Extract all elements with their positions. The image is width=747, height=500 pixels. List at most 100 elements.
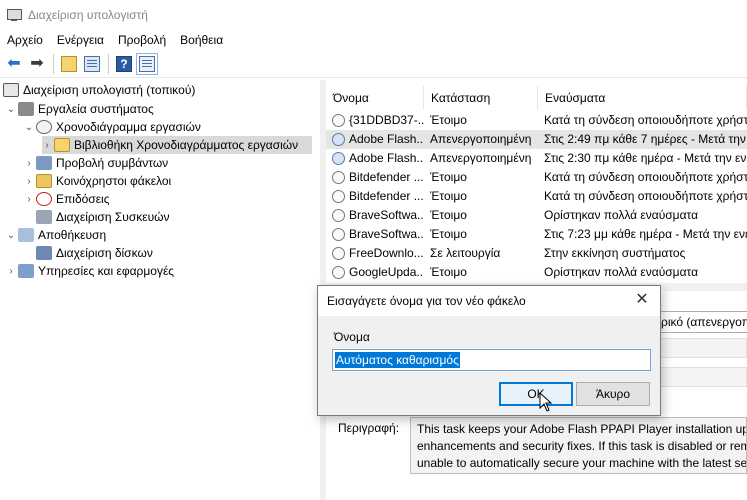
tree-storage[interactable]: ⌄ Αποθήκευση xyxy=(6,226,106,244)
table-row[interactable]: Adobe Flash... Απενεργοποιημένη Στις 2:3… xyxy=(326,149,747,168)
task-status: Σε λειτουργία xyxy=(430,246,501,260)
tree-device-manager[interactable]: Διαχείριση Συσκευών xyxy=(36,208,170,226)
column-header-name[interactable]: Όνομα xyxy=(326,86,424,110)
table-row[interactable]: BraveSoftwa... Έτοιμο Ορίστηκαν πολλά εν… xyxy=(326,206,747,225)
folder-clock-icon xyxy=(54,138,70,152)
up-button[interactable] xyxy=(58,53,80,75)
chevron-right-icon[interactable]: › xyxy=(24,158,34,169)
task-icon xyxy=(332,171,345,184)
tree-system-tools[interactable]: ⌄ Εργαλεία συστήματος xyxy=(6,100,154,118)
details-field[interactable]: ρικό (απενεργοπ xyxy=(656,311,747,333)
shared-folder-icon xyxy=(36,174,52,188)
dialog-title-bar: Εισαγάγετε όνομα για τον νέο φάκελο xyxy=(318,286,660,316)
computer-management-icon xyxy=(6,8,22,22)
name-field-label: Όνομα xyxy=(334,330,370,344)
close-icon[interactable]: ✕ xyxy=(634,292,650,308)
task-trigger: Κατά τη σύνδεση οποιουδήποτε χρήστη xyxy=(544,170,747,184)
show-hide-tree-button[interactable] xyxy=(81,53,103,75)
description-line: enhancements and security fixes. If this… xyxy=(417,439,747,453)
task-name: BraveSoftwa... xyxy=(349,227,424,241)
description-line: This task keeps your Adobe Flash PPAPI P… xyxy=(417,422,746,436)
task-icon xyxy=(332,247,345,260)
device-manager-icon xyxy=(36,210,52,224)
task-icon xyxy=(332,228,345,241)
help-icon: ? xyxy=(116,55,132,72)
menu-file[interactable]: Αρχείο xyxy=(0,33,50,47)
details-field-readonly xyxy=(656,338,747,358)
task-status: Απενεργοποιημένη xyxy=(430,151,532,165)
tree-storage-label: Αποθήκευση xyxy=(38,228,107,242)
tree-system-tools-label: Εργαλεία συστήματος xyxy=(38,102,154,116)
table-row[interactable]: Adobe Flash... Απενεργοποιημένη Στις 2:4… xyxy=(326,130,747,149)
forward-button[interactable]: ➡ xyxy=(26,53,48,75)
toolbar-separator xyxy=(108,53,109,74)
tree-task-scheduler[interactable]: ⌄ Χρονοδιάγραμμα εργασιών xyxy=(24,118,201,136)
tree-shared-folders[interactable]: › Κοινόχρηστοι φάκελοι xyxy=(24,172,171,190)
tree-task-scheduler-label: Χρονοδιάγραμμα εργασιών xyxy=(56,120,201,134)
tree-event-viewer[interactable]: › Προβολή συμβάντων xyxy=(24,154,168,172)
task-icon xyxy=(332,266,345,279)
column-header-triggers[interactable]: Εναύσματα xyxy=(538,86,747,110)
details-field-readonly xyxy=(656,367,747,387)
chevron-down-icon[interactable]: ⌄ xyxy=(6,230,16,241)
tree-task-library[interactable]: › Βιβλιοθήκη Χρονοδιαγράμματος εργασιών xyxy=(42,136,312,154)
dialog-title: Εισαγάγετε όνομα για τον νέο φάκελο xyxy=(327,294,526,308)
menu-action[interactable]: Ενέργεια xyxy=(50,33,111,47)
task-icon xyxy=(332,133,345,146)
tree-root[interactable]: Διαχείριση υπολογιστή (τοπικού) xyxy=(3,81,195,99)
task-status: Απενεργοποιημένη xyxy=(430,132,532,146)
task-icon xyxy=(332,152,345,165)
title-bar: Διαχείριση υπολογιστή xyxy=(0,0,747,30)
chevron-down-icon[interactable]: ⌄ xyxy=(24,122,34,133)
task-name: Bitdefender ... xyxy=(349,189,424,203)
show-hide-tree-icon xyxy=(84,55,100,72)
column-header-status[interactable]: Κατάσταση xyxy=(424,86,538,110)
task-trigger: Κατά τη σύνδεση οποιουδήποτε χρήστη xyxy=(544,189,747,203)
description-box[interactable]: This task keeps your Adobe Flash PPAPI P… xyxy=(410,417,747,474)
cancel-button[interactable]: Άκυρο xyxy=(576,382,650,406)
tree-shared-folders-label: Κοινόχρηστοι φάκελοι xyxy=(56,174,172,188)
task-trigger: Στις 2:49 πμ κάθε 7 ημέρες - Μετά την εν… xyxy=(544,132,747,146)
performance-icon xyxy=(36,192,52,206)
task-name: FreeDownlo... xyxy=(349,246,424,260)
chevron-down-icon[interactable]: ⌄ xyxy=(6,104,16,115)
table-row[interactable]: Bitdefender ... Έτοιμο Κατά τη σύνδεση ο… xyxy=(326,168,747,187)
tree-performance-label: Επιδόσεις xyxy=(56,192,110,206)
tree-event-viewer-label: Προβολή συμβάντων xyxy=(56,156,169,170)
task-trigger: Κατά τη σύνδεση οποιουδήποτε χρήστη xyxy=(544,113,747,127)
task-status: Έτοιμο xyxy=(430,208,467,222)
chevron-right-icon[interactable]: › xyxy=(24,194,34,205)
chevron-right-icon[interactable]: › xyxy=(6,266,16,277)
menu-view[interactable]: Προβολή xyxy=(111,33,173,47)
tree-services-label: Υπηρεσίες και εφαρμογές xyxy=(38,264,175,278)
folder-name-input[interactable]: Αυτόματος καθαρισμός xyxy=(332,349,651,371)
new-folder-dialog: Εισαγάγετε όνομα για τον νέο φάκελο ✕ Όν… xyxy=(317,285,661,416)
table-row[interactable]: GoogleUpda... Έτοιμο Ορίστηκαν πολλά ενα… xyxy=(326,263,747,282)
system-tools-icon xyxy=(18,102,34,116)
list-header: Όνομα Κατάσταση Εναύσματα xyxy=(326,86,747,110)
show-action-pane-icon xyxy=(136,52,158,75)
description-line: unable to automatically secure your mach… xyxy=(417,456,747,470)
tree-performance[interactable]: › Επιδόσεις xyxy=(24,190,110,208)
ok-button[interactable]: OK xyxy=(499,382,573,406)
chevron-right-icon[interactable]: › xyxy=(42,140,52,151)
show-action-pane-button[interactable] xyxy=(136,52,158,75)
task-icon xyxy=(332,190,345,203)
table-row[interactable]: {31DDBD37-... Έτοιμο Κατά τη σύνδεση οπο… xyxy=(326,111,747,130)
task-trigger: Στην εκκίνηση συστήματος xyxy=(544,246,686,260)
menu-help[interactable]: Βοήθεια xyxy=(173,33,230,47)
description-label: Περιγραφή: xyxy=(338,421,400,435)
tree-services[interactable]: › Υπηρεσίες και εφαρμογές xyxy=(6,262,174,280)
table-row[interactable]: BraveSoftwa... Έτοιμο Στις 7:23 μμ κάθε … xyxy=(326,225,747,244)
help-button[interactable]: ? xyxy=(113,53,135,75)
table-row[interactable]: FreeDownlo... Σε λειτουργία Στην εκκίνησ… xyxy=(326,244,747,263)
tree-root-label: Διαχείριση υπολογιστή (τοπικού) xyxy=(23,83,196,97)
table-row[interactable]: Bitdefender ... Έτοιμο Κατά τη σύνδεση ο… xyxy=(326,187,747,206)
clock-icon xyxy=(36,120,52,134)
storage-icon xyxy=(18,228,34,242)
tree-disk-management[interactable]: Διαχείριση δίσκων xyxy=(36,244,153,262)
task-name: BraveSoftwa... xyxy=(349,208,424,222)
forward-arrow-icon: ➡ xyxy=(30,54,44,72)
chevron-right-icon[interactable]: › xyxy=(24,176,34,187)
back-button[interactable]: ⬅ xyxy=(3,53,25,75)
